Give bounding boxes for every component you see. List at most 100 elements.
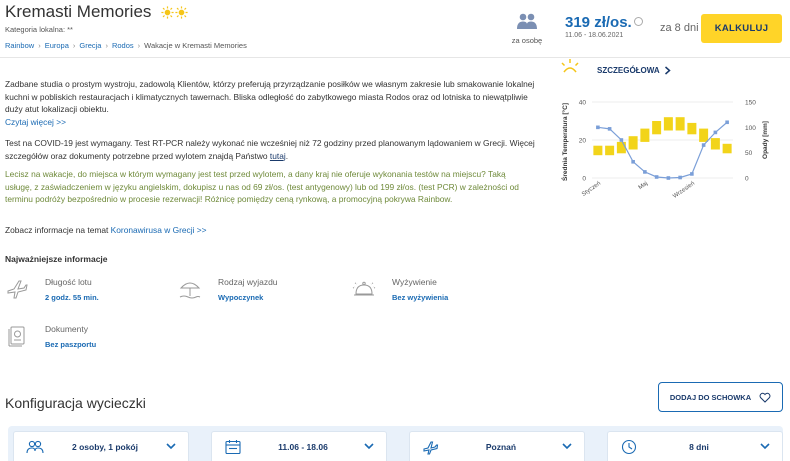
airplane-icon bbox=[7, 280, 28, 299]
covid-info-line: Zobacz informacje na temat Koronawirusa … bbox=[5, 225, 207, 235]
sun-star-icon bbox=[175, 5, 189, 19]
hotel-title: Kremasti Memories bbox=[5, 2, 152, 21]
y-tick-label: 20 bbox=[579, 138, 587, 145]
breadcrumb-separator: › bbox=[72, 41, 76, 50]
price-dates: 11.06 - 18.06.2021 bbox=[565, 32, 624, 39]
chart-labels: 40200150100500Styczeń Maj WrzesieńŚrednia … bbox=[560, 100, 769, 200]
food-cloche-icon bbox=[352, 281, 376, 296]
chevron-down-icon bbox=[364, 443, 374, 450]
breadcrumb-link-rodos[interactable]: Rodos bbox=[112, 41, 134, 50]
price: 319 zł/os. bbox=[565, 14, 632, 31]
dates-select[interactable]: 11.06 - 18.06 bbox=[211, 431, 387, 461]
covid-info-prefix: Zobacz informacje na temat bbox=[5, 225, 109, 235]
test-promo-text: Lecisz na wakacje, do miejsca w którym w… bbox=[5, 169, 519, 204]
sun-icon bbox=[561, 59, 579, 73]
read-more-link[interactable]: Czytaj więcej >> bbox=[5, 117, 66, 127]
trip-duration: za 8 dni bbox=[660, 22, 699, 34]
heart-icon bbox=[759, 392, 771, 403]
calendar-icon bbox=[225, 439, 241, 454]
info-icon[interactable] bbox=[633, 17, 643, 26]
add-to-favorites-button[interactable]: DODAJ DO SCHOWKA bbox=[658, 382, 783, 412]
info-value: Bez paszportu bbox=[45, 340, 97, 349]
calculate-button[interactable]: KALKULUJ bbox=[701, 14, 782, 43]
precipitation-point bbox=[654, 175, 659, 179]
covid-info-link[interactable]: Koronawirusa w Grecji >> bbox=[111, 225, 207, 235]
hotel-description: Zadbane studia o prostym wystroju, zadow… bbox=[5, 78, 535, 128]
y2-tick-label: 0 bbox=[745, 176, 749, 183]
y-tick-label: 0 bbox=[582, 176, 586, 183]
x-tick-label: Maj bbox=[638, 181, 649, 191]
persons-select[interactable]: 2 osoby, 1 pokój bbox=[13, 431, 189, 461]
temperature-bar bbox=[675, 117, 685, 131]
info-label: Rodzaj wyjazdu bbox=[218, 277, 278, 287]
temperature-bar bbox=[616, 141, 626, 154]
temperature-bar bbox=[687, 122, 697, 135]
passport-icon bbox=[8, 326, 25, 347]
temperature-bar bbox=[699, 128, 709, 142]
y2-tick-label: 150 bbox=[745, 100, 756, 107]
breadcrumb-separator: › bbox=[38, 41, 41, 50]
duration-select[interactable]: 8 dni bbox=[607, 431, 783, 461]
precipitation-point bbox=[690, 172, 694, 176]
precipitation-point bbox=[619, 138, 624, 142]
temperature-bar bbox=[663, 117, 673, 131]
info-label: Długość lotu bbox=[45, 277, 92, 287]
x-tick-label: Styczeń bbox=[581, 181, 602, 198]
people-icon bbox=[517, 13, 537, 29]
precipitation-point bbox=[701, 143, 706, 147]
x-tick-label: Wrzesień bbox=[672, 181, 696, 200]
temperature-bar bbox=[605, 145, 615, 156]
persons-label: za osobę bbox=[511, 36, 543, 45]
breadcrumb: Rainbow › Europa › Grecja › Rodos › Wakacje … bbox=[5, 41, 247, 50]
climate-details-label: SZCZEGÓŁOWA bbox=[597, 66, 660, 75]
breadcrumb-link-grecja[interactable]: Grecja bbox=[79, 41, 101, 50]
temperature-bar bbox=[652, 121, 662, 135]
persons-value: 2 osoby, 1 pokój bbox=[72, 441, 138, 452]
temperature-bars bbox=[593, 117, 732, 156]
precipitation-point bbox=[631, 159, 635, 164]
temperature-bar bbox=[628, 136, 638, 150]
covid-details-link[interactable]: tutaj bbox=[270, 151, 286, 161]
star-rating bbox=[161, 5, 189, 19]
y2-tick-label: 50 bbox=[745, 150, 753, 157]
info-label: Dokumenty bbox=[45, 324, 88, 334]
info-label: Wyżywienie bbox=[392, 277, 437, 287]
y2-axis-title: Opady [mm] bbox=[762, 121, 769, 159]
add-to-favorites-label: DODAJ DO SCHOWKA bbox=[669, 392, 752, 402]
beach-umbrella-icon bbox=[179, 282, 201, 299]
temperature-bar bbox=[593, 145, 603, 156]
climate-chart: 40200150100500Styczeń Maj WrzesieńŚrednia … bbox=[560, 100, 769, 200]
hotel-header: Kremasti Memories Kategoria lokalna: ** … bbox=[0, 0, 790, 58]
local-category: Kategoria lokalna: ** bbox=[5, 25, 73, 34]
info-value: Bez wyżywienia bbox=[392, 293, 449, 302]
info-value: 2 godz. 55 min. bbox=[45, 293, 99, 302]
configuration-title: Konfiguracja wycieczki bbox=[5, 395, 146, 411]
precipitation-point bbox=[678, 175, 682, 180]
precipitation-point bbox=[596, 125, 600, 130]
sun-star-icon bbox=[161, 5, 175, 19]
description-text: Zadbane studia o prostym wystroju, zadow… bbox=[5, 79, 535, 114]
breadcrumb-link-europa[interactable]: Europa bbox=[45, 41, 69, 50]
chevron-down-icon bbox=[166, 443, 176, 450]
precipitation-point bbox=[713, 130, 718, 135]
chevron-down-icon bbox=[760, 443, 770, 450]
precipitation-point bbox=[607, 127, 612, 131]
departure-select[interactable]: Poznań bbox=[409, 431, 585, 461]
precipitation-point bbox=[643, 170, 647, 174]
dates-value: 11.06 - 18.06 bbox=[278, 441, 328, 452]
breadcrumb-separator: › bbox=[105, 41, 108, 50]
departure-value: Poznań bbox=[485, 441, 517, 452]
persons-indicator: za osobę bbox=[510, 12, 544, 45]
temperature-bar bbox=[640, 128, 650, 142]
breadcrumb-current: Wakacje w Kremasti Memories bbox=[144, 41, 247, 50]
temperature-bar bbox=[710, 138, 720, 150]
key-info-title: Najważniejsze informacje bbox=[5, 254, 108, 264]
precipitation-point bbox=[666, 176, 671, 180]
info-value: Wypoczynek bbox=[218, 293, 264, 302]
breadcrumb-separator: › bbox=[137, 41, 141, 50]
breadcrumb-link-rainbow[interactable]: Rainbow bbox=[5, 41, 34, 50]
covid-test-info: Test na COVID-19 jest wymagany. Test RT-… bbox=[5, 137, 535, 162]
chevron-down-icon bbox=[562, 443, 572, 450]
climate-details-link[interactable]: SZCZEGÓŁOWA bbox=[597, 66, 671, 75]
clock-icon bbox=[621, 439, 637, 454]
